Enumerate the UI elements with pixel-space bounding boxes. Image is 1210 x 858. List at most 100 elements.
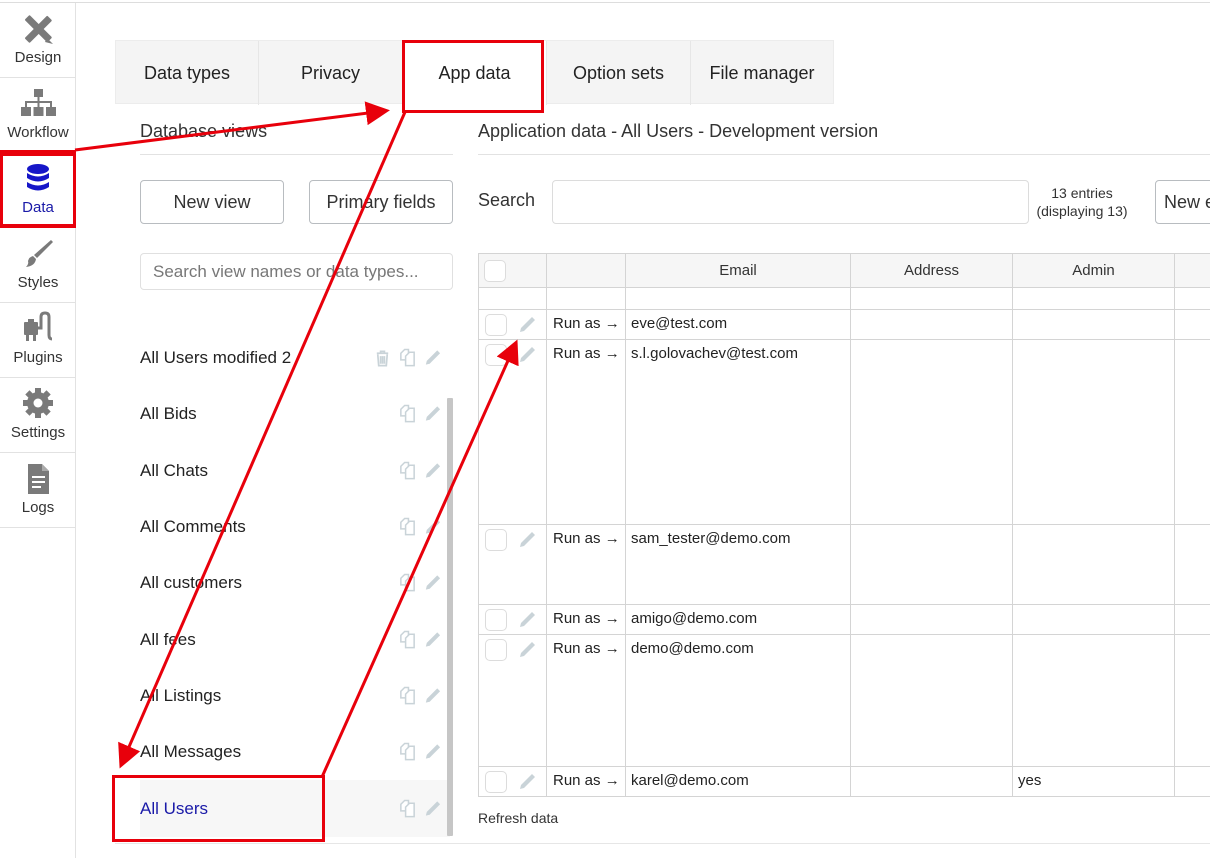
database-icon [27, 164, 49, 191]
pencil-icon[interactable] [423, 518, 442, 537]
new-entry-button[interactable]: New entry [1155, 180, 1210, 224]
email-value: s.l.golovachev@test.com [631, 345, 798, 362]
view-item[interactable]: All Users modified 2 [140, 330, 450, 386]
nav-item-plugins[interactable]: Plugins [0, 303, 76, 378]
table-row [478, 287, 1210, 310]
run-as-link[interactable]: Run as → [547, 767, 625, 789]
row-checkbox[interactable] [485, 639, 507, 661]
search-data-input[interactable] [552, 180, 1029, 224]
entries-displaying: (displaying 13) [1036, 203, 1128, 219]
run-as-cell: Run as → [546, 524, 626, 605]
column-header-extra[interactable]: a [1174, 253, 1210, 288]
column-header-address[interactable]: Address [850, 253, 1013, 288]
row-select-cell [478, 524, 547, 605]
trash-icon[interactable] [373, 349, 392, 368]
edit-pencil-icon[interactable] [517, 772, 537, 792]
row-checkbox[interactable] [485, 344, 507, 366]
nav-label: Data [22, 199, 54, 216]
refresh-data-link[interactable]: Refresh data [478, 810, 558, 826]
table-row: Run as → eve@test.com [478, 309, 1210, 340]
run-as-link[interactable]: Run as → [547, 310, 625, 332]
tab-app-data[interactable]: App data [403, 41, 547, 105]
view-item[interactable]: All Chats [140, 443, 450, 499]
copy-icon[interactable] [398, 348, 417, 368]
pencil-icon[interactable] [423, 574, 442, 593]
nav-item-data[interactable]: Data [0, 153, 76, 228]
tab-option-sets[interactable]: Option sets [547, 41, 691, 105]
copy-icon[interactable] [398, 517, 417, 537]
view-item[interactable]: All Listings [140, 668, 450, 724]
cell [850, 287, 1013, 310]
tab-file-manager[interactable]: File manager [691, 41, 833, 105]
row-checkbox[interactable] [485, 529, 507, 551]
select-all-checkbox[interactable] [484, 259, 506, 282]
table-header-row: Email Address Admin a [478, 253, 1210, 288]
tab-privacy[interactable]: Privacy [259, 41, 403, 105]
primary-fields-button[interactable]: Primary fields [309, 180, 453, 224]
nav-item-logs[interactable]: Logs [0, 453, 76, 528]
row-select-cell [478, 766, 547, 797]
row-checkbox[interactable] [485, 314, 507, 336]
run-as-cell: Run as → [546, 339, 626, 525]
run-as-link[interactable]: Run as → [547, 635, 625, 657]
column-header-email[interactable]: Email [625, 253, 851, 288]
nav-item-design[interactable]: Design [0, 3, 76, 78]
extra-cell [1174, 339, 1210, 525]
copy-icon[interactable] [398, 405, 417, 424]
view-item[interactable]: All customers [140, 555, 450, 611]
table-row: Run as → demo@demo.com [478, 634, 1210, 767]
copy-icon[interactable] [398, 461, 417, 480]
email-value: amigo@demo.com [631, 610, 758, 627]
pencil-icon[interactable] [423, 405, 442, 424]
cell [625, 287, 851, 310]
view-item[interactable]: All Bids [140, 386, 450, 442]
cell [546, 287, 626, 310]
address-value [851, 635, 1012, 640]
pencil-icon[interactable] [423, 349, 442, 368]
run-as-link[interactable]: Run as → [547, 340, 625, 362]
address-value [851, 767, 1012, 772]
divider [478, 154, 1210, 155]
column-header-admin[interactable]: Admin [1012, 253, 1175, 288]
email-cell: s.l.golovachev@test.com [625, 339, 851, 525]
copy-icon[interactable] [398, 574, 417, 593]
pencil-icon[interactable] [423, 686, 442, 705]
copy-icon[interactable] [398, 742, 417, 762]
copy-icon[interactable] [398, 799, 417, 818]
row-checkbox[interactable] [485, 771, 507, 793]
row-checkbox[interactable] [485, 609, 507, 631]
tab-data-types[interactable]: Data types [116, 41, 259, 105]
view-item[interactable]: All fees [140, 611, 450, 667]
view-item[interactable]: All Users [140, 780, 450, 837]
pencil-icon[interactable] [423, 630, 442, 649]
entries-total: 13 entries [1051, 185, 1113, 201]
copy-icon[interactable] [398, 686, 417, 705]
pencil-icon[interactable] [423, 461, 442, 480]
table-row: Run as → karel@demo.com yes [478, 766, 1210, 797]
edit-pencil-icon[interactable] [517, 610, 537, 630]
run-as-cell: Run as → [546, 604, 626, 635]
nav-item-workflow[interactable]: Workflow [0, 78, 76, 153]
edit-pencil-icon[interactable] [517, 315, 537, 335]
nav-item-settings[interactable]: Settings [0, 378, 76, 453]
table-row: Run as → sam_tester@demo.com [478, 524, 1210, 605]
extra-value [1175, 605, 1210, 610]
copy-icon[interactable] [398, 630, 417, 649]
edit-pencil-icon[interactable] [517, 640, 537, 660]
pencil-icon[interactable] [423, 799, 442, 818]
view-item[interactable]: All Comments [140, 499, 450, 555]
views-scrollbar[interactable] [447, 398, 453, 836]
edit-pencil-icon[interactable] [517, 345, 537, 365]
view-item-actions [398, 461, 442, 480]
new-view-button[interactable]: New view [140, 180, 284, 224]
extra-cell [1174, 309, 1210, 340]
extra-value [1175, 767, 1210, 772]
run-as-link[interactable]: Run as → [547, 525, 625, 547]
view-item[interactable]: All Messages [140, 724, 450, 780]
run-as-link[interactable]: Run as → [547, 605, 625, 627]
extra-value [1175, 635, 1210, 640]
search-views-input[interactable] [140, 253, 453, 290]
pencil-icon[interactable] [423, 743, 442, 762]
edit-pencil-icon[interactable] [517, 530, 537, 550]
nav-item-styles[interactable]: Styles [0, 228, 76, 303]
